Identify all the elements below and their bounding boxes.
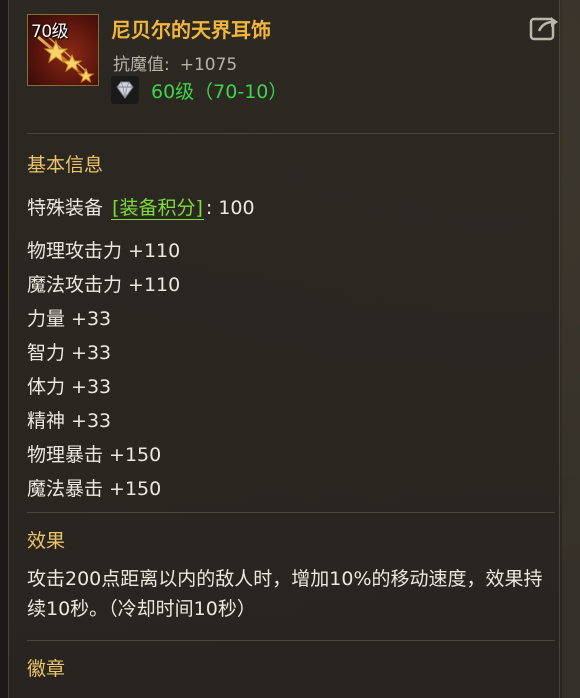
- background-edge-right: [562, 0, 580, 698]
- special-equipment-label: 特殊装备: [27, 197, 104, 219]
- level-row: 60级（70-10）: [111, 76, 287, 104]
- basic-info-title: 基本信息: [27, 154, 104, 176]
- stat-strength: 力量 +33: [27, 308, 112, 330]
- stat-physical-attack: 物理攻击力 +110: [27, 240, 181, 262]
- divider: [27, 640, 555, 641]
- magic-resist-value: +1075: [179, 55, 238, 75]
- badge-title: 徽章: [27, 658, 66, 680]
- special-equipment-row: 特殊装备 [装备积分]: 100: [27, 193, 255, 220]
- effect-description: 攻击200点距离以内的敌人时，增加10%的移动速度，效果持续10秒。（冷却时间1…: [27, 568, 543, 620]
- item-icon: 70级: [27, 14, 99, 86]
- stat-intelligence: 智力 +33: [27, 342, 112, 364]
- stat-magic-attack: 魔法攻击力 +110: [27, 274, 181, 296]
- magic-resist-row: 抗魔值: +1075: [113, 50, 237, 75]
- divider: [27, 133, 555, 134]
- divider: [27, 512, 555, 513]
- stat-physical-crit: 物理暴击 +150: [27, 444, 162, 466]
- share-export-icon[interactable]: [529, 14, 559, 42]
- equipment-score-value: : 100: [205, 197, 255, 219]
- level-requirement: 60级（70-10）: [151, 80, 288, 103]
- item-tooltip: 70级 尼贝尔的天界耳饰 抗魔值: +1075 60级（70-10） 基本信息 特…: [8, 0, 560, 698]
- stat-spirit: 精神 +33: [27, 410, 112, 432]
- effect-title: 效果: [27, 530, 66, 552]
- stat-magic-crit: 魔法暴击 +150: [27, 478, 162, 500]
- item-name: 尼贝尔的天界耳饰: [111, 18, 271, 42]
- diamond-gem-icon: [111, 76, 139, 104]
- stat-vitality: 体力 +33: [27, 376, 112, 398]
- equipment-score-link[interactable]: [装备积分]: [111, 197, 204, 220]
- magic-resist-label: 抗魔值:: [113, 55, 170, 75]
- item-level-tag: 70级: [31, 22, 69, 42]
